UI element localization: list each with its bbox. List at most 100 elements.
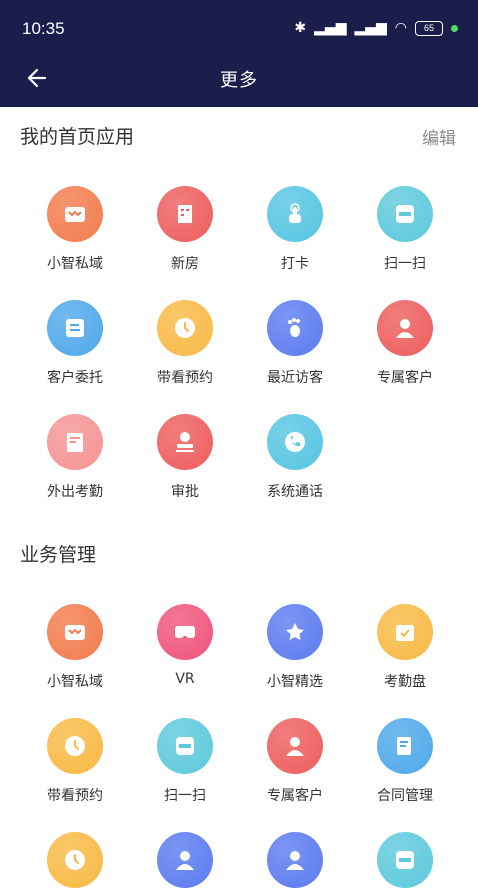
my-app-4[interactable]: 客户委托 [20, 300, 130, 387]
star-badge-icon [267, 604, 323, 660]
biz-app-7[interactable]: 合同管理 [350, 718, 460, 805]
my-app-3[interactable]: 扫一扫 [350, 186, 460, 273]
biz-app-3[interactable]: 考勤盘 [350, 604, 460, 691]
signal-icon: ▂▄▆ [354, 20, 387, 36]
store-icon-glyph [65, 625, 85, 640]
my-app-0[interactable]: 小智私域 [20, 186, 130, 273]
my-app-7[interactable]: 专属客户 [350, 300, 460, 387]
entrust-icon-glyph [66, 319, 84, 337]
my-apps-grid: 小智私域 新房 打卡 扫一扫客户委托 带看预约 最近访客 专属客户外出考勤 审批 系统通话 [20, 186, 460, 501]
my-app-5[interactable]: 带看预约 [130, 300, 240, 387]
my-app-1[interactable]: 新房 [130, 186, 240, 273]
app-label: 系统通话 [267, 484, 323, 500]
scan-icon-glyph [396, 205, 414, 223]
calendar-check-icon-glyph [396, 625, 414, 641]
status-dot-icon [451, 24, 458, 32]
edit-button[interactable]: 编辑 [422, 124, 456, 149]
app-label: 扫一扫 [384, 256, 426, 272]
tap-hand-icon-glyph [289, 203, 301, 223]
person-icon-glyph [286, 737, 304, 756]
scan-icon-glyph [176, 737, 194, 755]
app-label: 外出考勤 [47, 484, 103, 500]
business-apps-grid: 小智私域 VR 小智精选 考勤盘带看预约 扫一扫 专属客户 合同管理 [20, 604, 460, 805]
partial-app-0[interactable] [20, 832, 130, 888]
footprint-icon [267, 300, 323, 356]
calendar-check-icon [377, 604, 433, 660]
my-app-6[interactable]: 最近访客 [240, 300, 350, 387]
app-label: 审批 [171, 484, 199, 500]
phone-icon [267, 414, 323, 470]
clock-icon-glyph [65, 736, 85, 756]
my-app-2[interactable]: 打卡 [240, 186, 350, 273]
attendance-icon-glyph [67, 433, 83, 452]
scan-icon [377, 832, 433, 888]
app-label: 新房 [171, 256, 199, 272]
person-icon [267, 718, 323, 774]
clock-icon [47, 832, 103, 888]
person-icon-glyph [396, 319, 414, 338]
my-app-8[interactable]: 外出考勤 [20, 414, 130, 501]
app-label: 考勤盘 [384, 674, 426, 690]
my-app-9[interactable]: 审批 [130, 414, 240, 501]
biz-app-5[interactable]: 扫一扫 [130, 718, 240, 805]
stamp-icon-glyph [176, 432, 194, 452]
user-icon [267, 832, 323, 888]
biz-app-1[interactable]: VR [130, 604, 240, 691]
app-label: 专属客户 [267, 788, 323, 804]
my-apps-section-title: 我的首页应用 [20, 126, 135, 148]
app-label: 打卡 [281, 256, 309, 272]
partial-apps-row [20, 832, 460, 888]
entrust-icon [47, 300, 103, 356]
attendance-icon [47, 414, 103, 470]
biz-app-4[interactable]: 带看预约 [20, 718, 130, 805]
app-label: VR [175, 671, 195, 687]
my-app-10[interactable]: 系统通话 [240, 414, 350, 501]
signal-icon: ▂▄▆ [314, 20, 347, 36]
clock-icon [47, 718, 103, 774]
business-section-title: 业务管理 [20, 544, 97, 566]
biz-app-0[interactable]: 小智私域 [20, 604, 130, 691]
app-label: 扫一扫 [164, 788, 206, 804]
app-label: 专属客户 [377, 370, 433, 386]
store-icon [47, 186, 103, 242]
biz-app-6[interactable]: 专属客户 [240, 718, 350, 805]
app-label: 客户委托 [47, 370, 103, 386]
star-badge-icon-glyph [286, 623, 304, 640]
vr-goggles-icon [157, 604, 213, 660]
building-icon [157, 186, 213, 242]
app-label: 带看预约 [157, 370, 213, 386]
app-header: 10:35 ✱ ▂▄▆ ▂▄▆ ◠ 65 更多 [0, 0, 478, 107]
app-label: 小智私域 [47, 256, 103, 272]
app-label: 最近访客 [267, 370, 323, 386]
battery-level: 65 [423, 23, 434, 33]
bluetooth-icon: ✱ [294, 20, 307, 36]
stamp-icon [157, 414, 213, 470]
contract-icon [377, 718, 433, 774]
app-label: 带看预约 [47, 788, 103, 804]
vr-goggles-icon-glyph [175, 626, 195, 638]
tap-hand-icon [267, 186, 323, 242]
wifi-icon: ◠ [394, 20, 407, 36]
app-label: 小智私域 [47, 674, 103, 690]
partial-app-1[interactable] [130, 832, 240, 888]
app-label: 小智精选 [267, 674, 323, 690]
user-icon [157, 832, 213, 888]
clock-icon [157, 300, 213, 356]
person-icon [377, 300, 433, 356]
page-title: 更多 [220, 70, 258, 91]
biz-app-2[interactable]: 小智精选 [240, 604, 350, 691]
building-icon-glyph [178, 205, 192, 223]
status-icons: ✱ ▂▄▆ ▂▄▆ ◠ 65 [294, 20, 458, 36]
scan-icon [157, 718, 213, 774]
battery-icon: 65 [415, 20, 443, 36]
store-icon [47, 604, 103, 660]
status-time: 10:35 [22, 19, 65, 38]
scan-icon [377, 186, 433, 242]
footprint-icon-glyph [288, 318, 300, 337]
partial-app-2[interactable] [240, 832, 350, 888]
contract-icon-glyph [397, 737, 411, 755]
partial-app-3[interactable] [350, 832, 460, 888]
clock-icon-glyph [175, 318, 195, 338]
phone-icon-glyph [285, 432, 305, 452]
app-label: 合同管理 [377, 788, 433, 804]
